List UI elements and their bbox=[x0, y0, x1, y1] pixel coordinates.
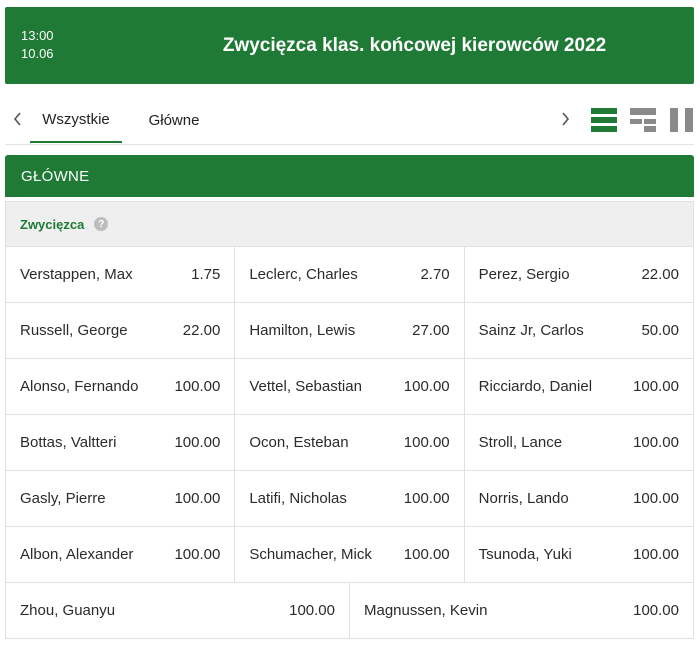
selection-name: Hamilton, Lewis bbox=[249, 322, 356, 339]
odds-value: 100.00 bbox=[403, 546, 450, 563]
odds-cell[interactable]: Norris, Lando 100.00 bbox=[465, 471, 693, 526]
odds-grid: Verstappen, Max 1.75 Leclerc, Charles 2.70… bbox=[5, 246, 694, 639]
odds-cell[interactable]: Perez, Sergio 22.00 bbox=[465, 247, 693, 302]
selection-name: Ricciardo, Daniel bbox=[478, 378, 593, 395]
odds-value: 100.00 bbox=[403, 378, 450, 395]
odds-cell[interactable]: Tsunoda, Yuki 100.00 bbox=[465, 527, 693, 582]
odds-row: Alonso, Fernando 100.00 Vettel, Sebastian… bbox=[5, 358, 694, 414]
odds-value: 100.00 bbox=[403, 490, 450, 507]
odds-row: Bottas, Valtteri 100.00 Ocon, Esteban 100.… bbox=[5, 414, 694, 470]
odds-cell[interactable]: Verstappen, Max 1.75 bbox=[6, 247, 236, 302]
selection-name: Latifi, Nicholas bbox=[249, 490, 347, 507]
odds-value: 100.00 bbox=[633, 546, 679, 563]
selection-name: Gasly, Pierre bbox=[20, 490, 106, 507]
odds-cell[interactable]: Albon, Alexander 100.00 bbox=[6, 527, 236, 582]
market-header: Zwycięzca ? bbox=[5, 201, 694, 246]
selection-name: Stroll, Lance bbox=[478, 434, 563, 451]
odds-value: 22.00 bbox=[182, 322, 221, 339]
odds-value: 2.70 bbox=[420, 266, 450, 283]
odds-cell[interactable]: Ocon, Esteban 100.00 bbox=[235, 415, 465, 470]
odds-row: Albon, Alexander 100.00 Schumacher, Mick 1… bbox=[5, 526, 694, 582]
selection-name: Alonso, Fernando bbox=[20, 378, 139, 395]
selection-name: Ocon, Esteban bbox=[249, 434, 349, 451]
odds-row: Russell, George 22.00 Hamilton, Lewis 27.0… bbox=[5, 302, 694, 358]
tab-wszystkie[interactable]: Wszystkie bbox=[30, 98, 122, 143]
tabs-divider bbox=[5, 144, 694, 145]
selection-name: Verstappen, Max bbox=[20, 266, 133, 283]
odds-value: 100.00 bbox=[633, 490, 679, 507]
selection-name: Norris, Lando bbox=[478, 490, 569, 507]
chevron-right-icon[interactable] bbox=[558, 110, 572, 128]
odds-cell[interactable]: Sainz Jr, Carlos 50.00 bbox=[465, 303, 693, 358]
odds-cell[interactable]: Alonso, Fernando 100.00 bbox=[6, 359, 236, 414]
odds-cell[interactable]: Vettel, Sebastian 100.00 bbox=[235, 359, 465, 414]
odds-row: Zhou, Guanyu 100.00 Magnussen, Kevin 100.0… bbox=[5, 582, 694, 639]
selection-name: Leclerc, Charles bbox=[249, 266, 358, 283]
odds-value: 27.00 bbox=[412, 322, 450, 339]
event-datetime: 13:00 10.06 bbox=[21, 27, 54, 63]
selection-name: Russell, George bbox=[20, 322, 128, 339]
odds-value: 100.00 bbox=[174, 546, 221, 563]
chevron-left-icon[interactable] bbox=[11, 110, 25, 128]
odds-cell[interactable]: Bottas, Valtteri 100.00 bbox=[6, 415, 236, 470]
odds-cell[interactable]: Schumacher, Mick 100.00 bbox=[235, 527, 465, 582]
odds-value: 1.75 bbox=[191, 266, 221, 283]
odds-cell[interactable]: Magnussen, Kevin 100.00 bbox=[350, 583, 693, 638]
selection-name: Albon, Alexander bbox=[20, 546, 134, 563]
odds-row: Verstappen, Max 1.75 Leclerc, Charles 2.70… bbox=[5, 246, 694, 302]
odds-cell[interactable]: Stroll, Lance 100.00 bbox=[465, 415, 693, 470]
odds-value: 100.00 bbox=[633, 602, 679, 619]
column-view-icon[interactable] bbox=[669, 107, 695, 133]
odds-value: 100.00 bbox=[633, 434, 679, 451]
odds-value: 50.00 bbox=[641, 322, 679, 339]
odds-cell[interactable]: Latifi, Nicholas 100.00 bbox=[235, 471, 465, 526]
event-time: 13:00 bbox=[21, 28, 54, 43]
selection-name: Tsunoda, Yuki bbox=[478, 546, 572, 563]
tab-glowne[interactable]: Główne bbox=[135, 98, 213, 142]
event-date: 10.06 bbox=[21, 46, 54, 61]
odds-cell[interactable]: Zhou, Guanyu 100.00 bbox=[6, 583, 350, 638]
selection-name: Bottas, Valtteri bbox=[20, 434, 117, 451]
help-icon[interactable]: ? bbox=[94, 217, 109, 231]
odds-value: 100.00 bbox=[633, 378, 679, 395]
odds-value: 100.00 bbox=[289, 602, 335, 619]
odds-cell[interactable]: Leclerc, Charles 2.70 bbox=[235, 247, 465, 302]
section-header-glowne[interactable]: GŁÓWNE bbox=[5, 155, 694, 197]
selection-name: Zhou, Guanyu bbox=[20, 602, 116, 619]
odds-cell[interactable]: Ricciardo, Daniel 100.00 bbox=[465, 359, 693, 414]
market-name: Zwycięzca bbox=[20, 216, 85, 232]
odds-cell[interactable]: Russell, George 22.00 bbox=[6, 303, 236, 358]
odds-cell[interactable]: Gasly, Pierre 100.00 bbox=[6, 471, 236, 526]
odds-row: Gasly, Pierre 100.00 Latifi, Nicholas 100.… bbox=[5, 470, 694, 526]
odds-value: 100.00 bbox=[403, 434, 450, 451]
selection-name: Schumacher, Mick bbox=[249, 546, 372, 563]
event-title: Zwycięzca klas. końcowej kierowców 2022 bbox=[222, 34, 607, 56]
list-view-icon[interactable] bbox=[591, 107, 617, 133]
odds-value: 100.00 bbox=[174, 378, 221, 395]
selection-name: Magnussen, Kevin bbox=[364, 602, 488, 619]
odds-value: 22.00 bbox=[641, 266, 679, 283]
selection-name: Sainz Jr, Carlos bbox=[478, 322, 584, 339]
grid-view-icon[interactable] bbox=[630, 107, 656, 133]
selection-name: Vettel, Sebastian bbox=[249, 378, 362, 395]
odds-cell[interactable]: Hamilton, Lewis 27.00 bbox=[235, 303, 465, 358]
event-header: 13:00 10.06 Zwycięzca klas. końcowej kie… bbox=[5, 7, 694, 84]
selection-name: Perez, Sergio bbox=[478, 266, 570, 283]
odds-value: 100.00 bbox=[174, 490, 221, 507]
odds-value: 100.00 bbox=[174, 434, 221, 451]
